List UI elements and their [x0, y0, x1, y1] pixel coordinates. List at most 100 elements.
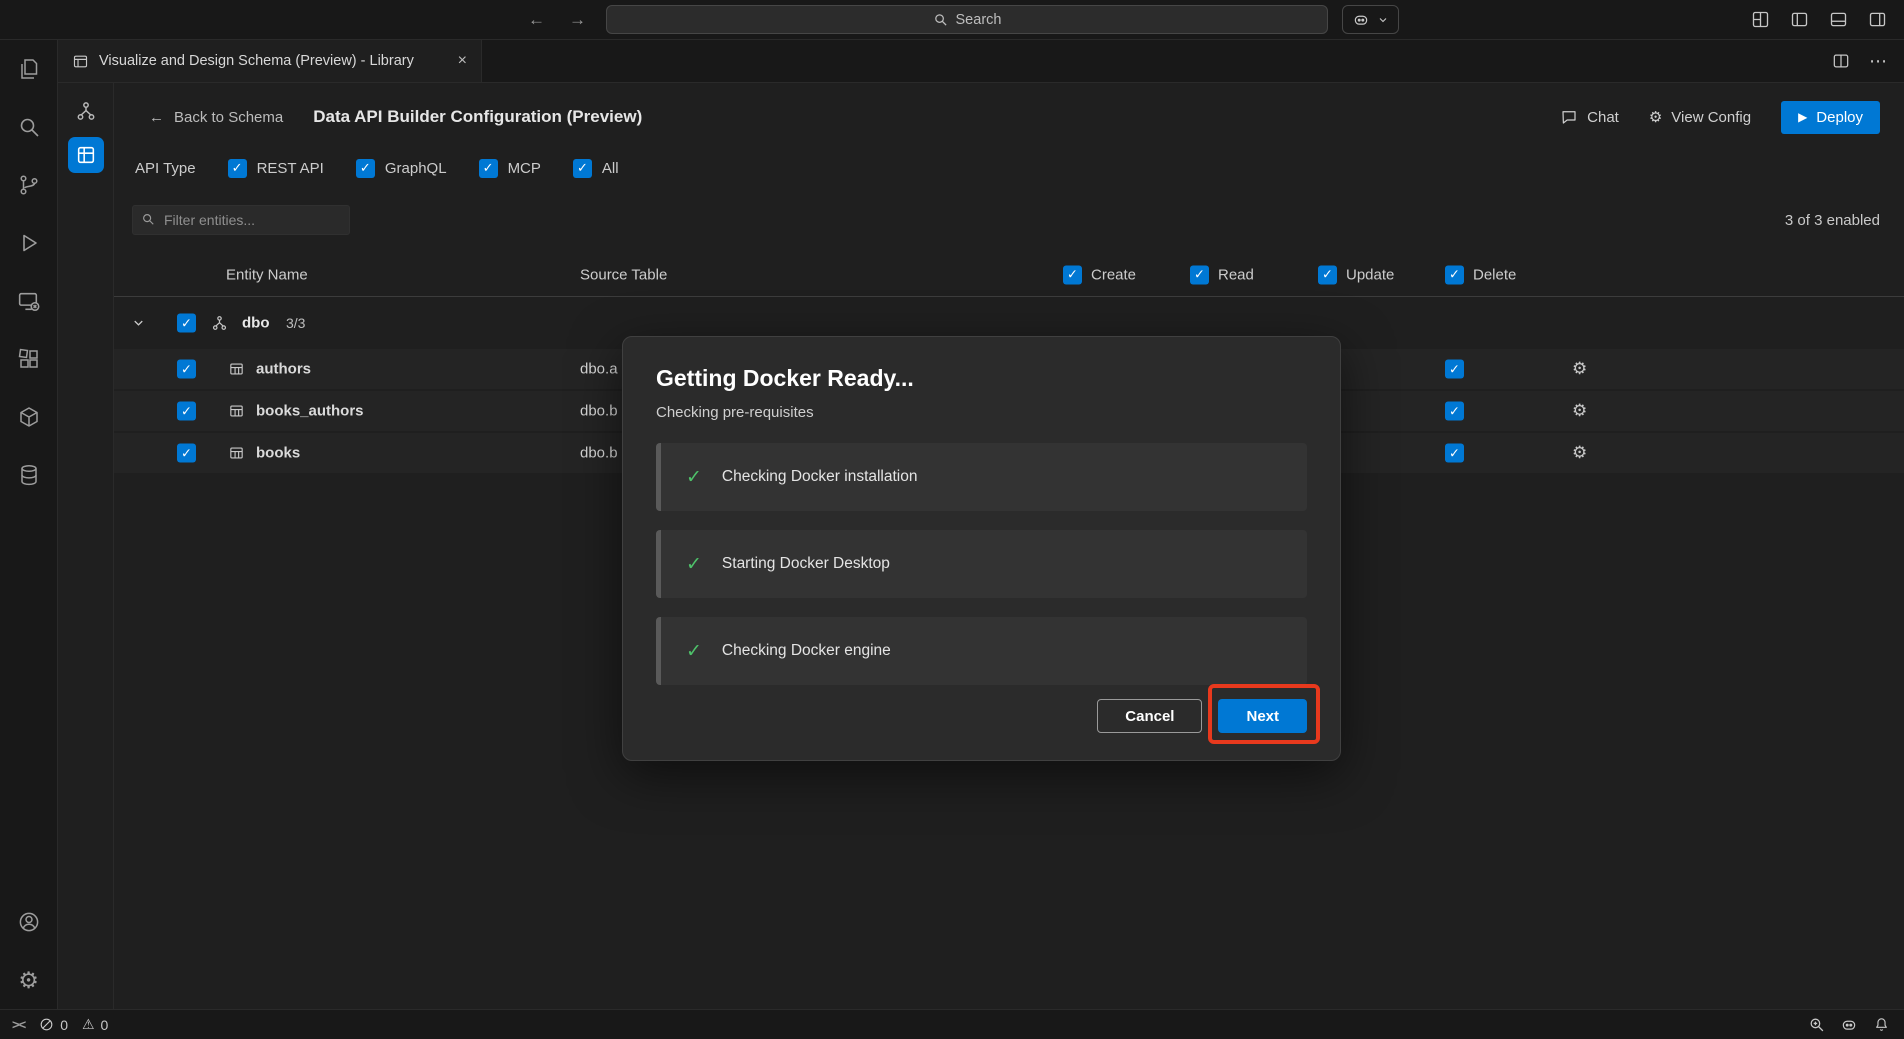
toggle-sidebar-left-icon[interactable] — [1789, 9, 1810, 30]
run-debug-activity-button[interactable] — [0, 214, 57, 272]
row-enabled-checkbox[interactable]: ✓ — [177, 402, 196, 421]
row-delete-checkbox[interactable]: ✓ — [1445, 402, 1464, 421]
create-label: Create — [1091, 266, 1136, 283]
search-activity-button[interactable] — [0, 98, 57, 156]
bell-icon[interactable] — [1873, 1016, 1890, 1033]
rest-api-checkbox[interactable]: ✓ — [228, 159, 247, 178]
row-enabled-checkbox[interactable]: ✓ — [177, 360, 196, 379]
next-button[interactable]: Next — [1218, 699, 1307, 733]
create-all-checkbox[interactable]: ✓ — [1063, 265, 1082, 284]
filter-entities-input[interactable] — [132, 205, 350, 235]
dialog-title: Getting Docker Ready... — [656, 337, 1307, 392]
row-settings-gear-icon[interactable]: ⚙ — [1572, 443, 1587, 463]
settings-activity-button[interactable]: ⚙ — [0, 951, 57, 1009]
problems-indicator[interactable]: 0 ⚠ 0 — [39, 1016, 108, 1033]
copilot-status-icon[interactable] — [1840, 1016, 1858, 1034]
chevron-down-icon — [131, 316, 146, 331]
step-docker-installation: ✓ Checking Docker installation — [656, 443, 1307, 511]
extensions-icon — [17, 347, 41, 371]
mcp-option[interactable]: ✓ MCP — [479, 159, 541, 178]
update-all-checkbox[interactable]: ✓ — [1318, 265, 1337, 284]
group-checkbox[interactable]: ✓ — [177, 314, 196, 333]
warning-icon: ⚠ — [82, 1016, 95, 1033]
customize-layout-icon[interactable] — [1750, 9, 1771, 30]
command-center-search[interactable]: Search — [606, 5, 1328, 34]
graphql-option[interactable]: ✓ GraphQL — [356, 159, 447, 178]
copilot-menu-button[interactable] — [1342, 5, 1399, 34]
row-settings-gear-icon[interactable]: ⚙ — [1572, 401, 1587, 421]
row-settings-gear-icon[interactable]: ⚙ — [1572, 359, 1587, 379]
run-debug-icon — [17, 231, 41, 255]
delete-all-checkbox[interactable]: ✓ — [1445, 265, 1464, 284]
title-bar: ← → Search — [0, 0, 1904, 40]
check-icon: ✓ — [181, 403, 192, 419]
column-source-table: Source Table — [580, 266, 667, 283]
tab-visualize-schema[interactable]: Visualize and Design Schema (Preview) - … — [58, 40, 482, 82]
explorer-activity-button[interactable] — [0, 40, 57, 98]
entity-filter-row: 3 of 3 enabled — [114, 205, 1904, 235]
back-arrow-icon: ← — [149, 109, 164, 126]
dialog-buttons: Cancel Next — [1097, 699, 1307, 733]
row-delete-checkbox[interactable]: ✓ — [1445, 360, 1464, 379]
toggle-panel-icon[interactable] — [1828, 9, 1849, 30]
history-nav: ← → — [528, 10, 586, 30]
chat-label: Chat — [1587, 109, 1619, 126]
graphql-label: GraphQL — [385, 160, 447, 177]
tab-bar: Visualize and Design Schema (Preview) - … — [58, 40, 1904, 83]
schema-view-button[interactable] — [68, 93, 104, 129]
column-read: ✓ Read — [1190, 265, 1254, 284]
dab-config-icon — [75, 144, 97, 166]
nav-forward-button[interactable]: → — [569, 10, 586, 30]
read-all-checkbox[interactable]: ✓ — [1190, 265, 1209, 284]
containers-activity-button[interactable] — [0, 388, 57, 446]
column-entity-name: Entity Name — [226, 266, 308, 283]
docker-ready-dialog: Getting Docker Ready... Checking pre-req… — [622, 336, 1341, 761]
zoom-icon[interactable] — [1808, 1016, 1825, 1033]
gear-icon: ⚙ — [18, 967, 39, 994]
source-control-activity-button[interactable] — [0, 156, 57, 214]
database-activity-button[interactable] — [0, 446, 57, 504]
chevron-down-icon — [1377, 14, 1389, 26]
table-icon — [228, 445, 245, 462]
success-check-icon: ✓ — [686, 466, 702, 489]
check-icon: ✓ — [1449, 361, 1460, 377]
accounts-activity-button[interactable] — [0, 893, 57, 951]
row-enabled-checkbox[interactable]: ✓ — [177, 444, 196, 463]
extensions-activity-button[interactable] — [0, 330, 57, 388]
view-config-button[interactable]: ⚙ View Config — [1649, 108, 1751, 126]
mcp-checkbox[interactable]: ✓ — [479, 159, 498, 178]
dab-config-button[interactable] — [68, 137, 104, 173]
more-actions-icon[interactable]: ⋯ — [1869, 51, 1888, 72]
tab-title: Visualize and Design Schema (Preview) - … — [99, 53, 414, 69]
check-icon: ✓ — [232, 160, 243, 176]
search-label: Search — [956, 12, 1002, 28]
remote-explorer-activity-button[interactable] — [0, 272, 57, 330]
schema-icon — [211, 315, 228, 332]
tab-close-icon[interactable]: × — [458, 52, 467, 70]
mcp-label: MCP — [508, 160, 541, 177]
all-option[interactable]: ✓ All — [573, 159, 619, 178]
toggle-sidebar-right-icon[interactable] — [1867, 9, 1888, 30]
rest-api-option[interactable]: ✓ REST API — [228, 159, 324, 178]
split-editor-icon[interactable] — [1831, 51, 1851, 71]
group-expand-chevron[interactable] — [131, 316, 146, 331]
delete-label: Delete — [1473, 266, 1516, 283]
deploy-button[interactable]: ▶ Deploy — [1781, 101, 1880, 134]
step-label: Checking Docker engine — [722, 642, 891, 660]
warning-count: 0 — [101, 1017, 109, 1033]
back-to-schema-link[interactable]: ← Back to Schema — [149, 109, 283, 126]
status-left: >< 0 ⚠ 0 — [12, 1016, 108, 1033]
graphql-checkbox[interactable]: ✓ — [356, 159, 375, 178]
source-table: dbo.b — [580, 445, 618, 462]
row-delete-checkbox[interactable]: ✓ — [1445, 444, 1464, 463]
cancel-button[interactable]: Cancel — [1097, 699, 1202, 733]
all-checkbox[interactable]: ✓ — [573, 159, 592, 178]
entity-name: books — [256, 445, 300, 462]
nav-back-button[interactable]: ← — [528, 10, 545, 30]
editor-actions: ⋯ — [1831, 40, 1888, 82]
chat-button[interactable]: Chat — [1560, 108, 1619, 126]
account-icon — [17, 910, 41, 934]
rest-api-label: REST API — [257, 160, 324, 177]
remote-indicator[interactable]: >< — [12, 1017, 25, 1032]
all-label: All — [602, 160, 619, 177]
